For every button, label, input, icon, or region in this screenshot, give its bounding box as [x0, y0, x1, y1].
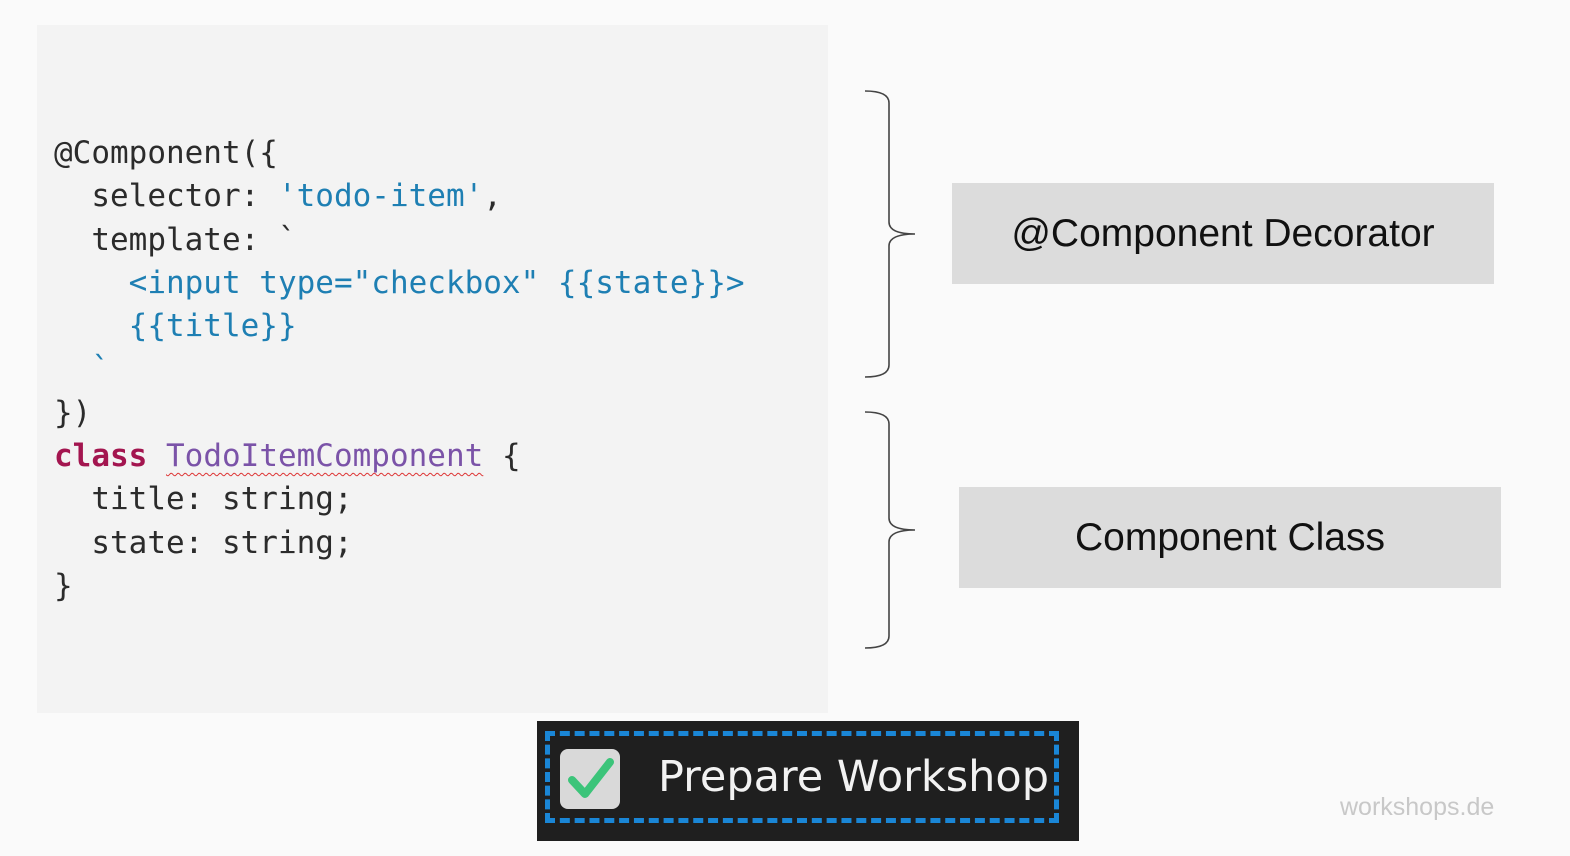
decorator-label-box: @Component Decorator: [952, 183, 1494, 284]
todo-checkbox[interactable]: [560, 749, 620, 809]
decorator-label: @Component Decorator: [1011, 211, 1435, 255]
decorator-brace: [864, 90, 916, 378]
todo-title: Prepare Workshop: [658, 752, 1050, 802]
check-icon: [568, 758, 614, 798]
class-brace: [864, 411, 916, 649]
class-label-box: Component Class: [959, 487, 1501, 588]
footer-brand: workshops.de: [1340, 793, 1495, 821]
class-label: Component Class: [1075, 515, 1385, 559]
